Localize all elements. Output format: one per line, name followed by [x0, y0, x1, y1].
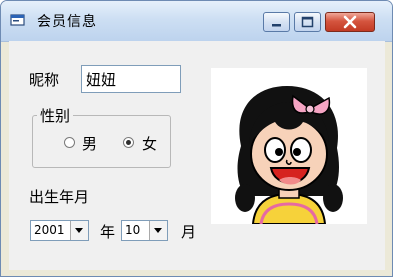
app-window-icon	[10, 14, 25, 26]
member-info-window: 会员信息 昵称 性别 男 女 出生年月	[0, 0, 393, 277]
nickname-input[interactable]	[81, 65, 181, 93]
month-select[interactable]: 10	[121, 220, 168, 241]
gender-female-radio[interactable]	[123, 137, 134, 148]
maximize-icon	[301, 16, 314, 28]
birth-date-label: 出生年月	[29, 188, 90, 206]
chevron-down-icon[interactable]	[149, 221, 167, 240]
close-icon	[343, 15, 357, 29]
month-unit-label: 月	[181, 223, 197, 241]
gender-male-radio[interactable]	[64, 137, 75, 148]
maximize-button[interactable]	[294, 12, 321, 32]
window-title: 会员信息	[37, 14, 97, 30]
nickname-label: 昵称	[29, 71, 60, 89]
close-button[interactable]	[325, 12, 375, 32]
cartoon-girl-avatar	[211, 68, 367, 224]
title-bar[interactable]: 会员信息	[1, 1, 392, 42]
gender-male-label[interactable]: 男	[82, 133, 97, 154]
minimize-button[interactable]	[263, 12, 290, 32]
form-client-area: 昵称 性别 男 女 出生年月 2001 年 10 月	[9, 41, 385, 270]
minimize-icon	[272, 24, 281, 27]
gender-female-label[interactable]: 女	[142, 133, 157, 154]
month-select-value: 10	[125, 223, 141, 237]
year-unit-label: 年	[100, 223, 116, 241]
chevron-down-icon[interactable]	[70, 221, 88, 240]
year-select-value: 2001	[34, 223, 65, 237]
gender-group-label: 性别	[37, 105, 74, 126]
year-select[interactable]: 2001	[30, 220, 89, 241]
